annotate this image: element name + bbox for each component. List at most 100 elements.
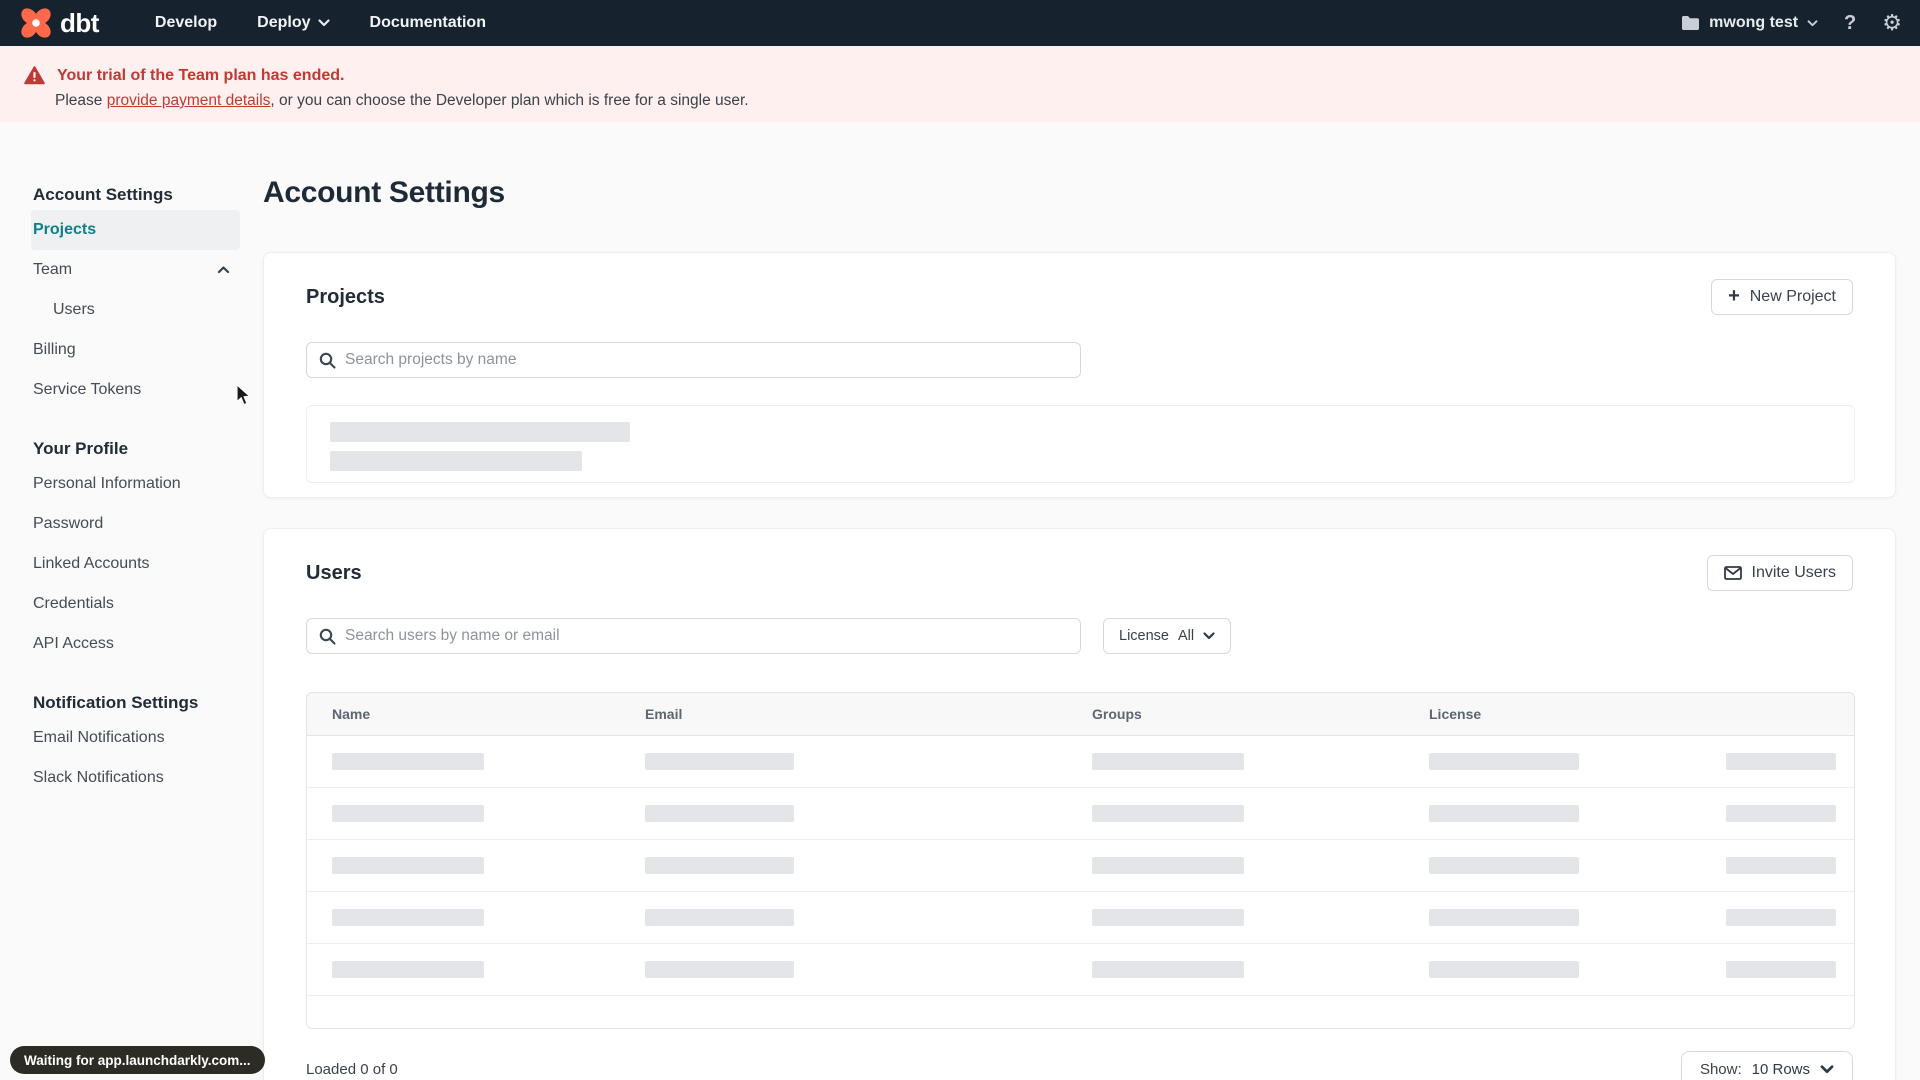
skeleton-bar <box>645 805 794 822</box>
table-row-skeleton <box>307 788 1854 840</box>
users-table-header: Name Email Groups License <box>307 693 1854 736</box>
skeleton-bar <box>330 422 630 442</box>
sidebar-item-service-tokens[interactable]: Service Tokens <box>31 370 240 410</box>
table-row-skeleton <box>307 944 1854 996</box>
trial-ended-banner: Your trial of the Team plan has ended. P… <box>0 46 1920 122</box>
main-content: Account Settings Projects + New Project … <box>263 122 1896 1080</box>
account-switcher[interactable]: mwong test <box>1681 14 1818 32</box>
license-filter-value: All <box>1177 628 1195 644</box>
sidebar-item-email-notifications[interactable]: Email Notifications <box>31 718 240 758</box>
nav-item-deploy[interactable]: Deploy <box>257 14 330 32</box>
column-header-groups: Groups <box>1092 706 1142 722</box>
page-title: Account Settings <box>263 176 505 209</box>
skeleton-bar <box>1429 805 1579 822</box>
skeleton-bar <box>1092 909 1244 926</box>
license-filter-label: License <box>1119 628 1169 644</box>
sidebar-item-api-access[interactable]: API Access <box>31 624 240 664</box>
search-icon <box>319 352 336 369</box>
skeleton-bar <box>332 909 484 926</box>
nav-item-develop[interactable]: Develop <box>155 14 217 32</box>
skeleton-bar <box>332 805 484 822</box>
skeleton-bar <box>1726 961 1836 978</box>
payment-details-link[interactable]: provide payment details <box>107 92 271 109</box>
sidebar-item-projects[interactable]: Projects <box>31 210 240 250</box>
sidebar-item-linked-accounts[interactable]: Linked Accounts <box>31 544 240 584</box>
sidebar-item-team-label: Team <box>33 261 73 278</box>
help-icon[interactable]: ? <box>1844 13 1856 33</box>
table-row-skeleton <box>307 892 1854 944</box>
chevron-down-icon <box>1807 19 1818 26</box>
mouse-cursor <box>236 384 251 406</box>
users-search <box>306 618 1081 654</box>
top-navigation-bar: dbt Develop Deploy Documentation mwong t… <box>0 0 1920 46</box>
table-row-skeleton <box>307 736 1854 788</box>
sidebar-item-billing[interactable]: Billing <box>31 330 240 370</box>
skeleton-bar <box>1092 805 1244 822</box>
banner-title: Your trial of the Team plan has ended. <box>57 66 345 84</box>
sidebar-item-personal-information[interactable]: Personal Information <box>31 464 240 504</box>
new-project-label: New Project <box>1749 288 1836 305</box>
license-filter-dropdown[interactable]: License All <box>1103 618 1232 654</box>
projects-loading-skeleton <box>306 405 1855 483</box>
dbt-logo-icon <box>21 8 51 38</box>
brand-text: dbt <box>60 8 99 38</box>
sidebar-heading-notification-settings: Notification Settings <box>33 693 199 712</box>
banner-body: Please provide payment details, or you c… <box>55 92 1896 110</box>
new-project-button[interactable]: + New Project <box>1711 279 1853 315</box>
users-card: Users Invite Users License All <box>263 528 1896 1080</box>
envelope-icon <box>1723 566 1742 580</box>
skeleton-bar <box>1429 961 1579 978</box>
plus-icon: + <box>1728 285 1740 307</box>
search-icon <box>319 628 336 645</box>
chevron-down-icon <box>317 19 330 27</box>
nav-right-group: mwong test ? ⚙ <box>1681 12 1902 34</box>
column-header-email: Email <box>645 706 683 722</box>
sidebar-heading-your-profile: Your Profile <box>33 439 129 458</box>
nav-menu: Develop Deploy Documentation <box>155 14 486 32</box>
banner-body-prefix: Please <box>55 92 107 109</box>
loaded-status: Loaded 0 of 0 <box>306 1061 398 1078</box>
skeleton-bar <box>1092 961 1244 978</box>
chevron-up-icon <box>217 266 230 274</box>
folder-icon <box>1682 16 1700 30</box>
skeleton-bar <box>1726 857 1836 874</box>
column-header-name: Name <box>332 706 371 722</box>
account-name: mwong test <box>1709 14 1799 31</box>
nav-item-documentation[interactable]: Documentation <box>370 14 486 32</box>
sidebar-item-team[interactable]: Team <box>31 250 240 290</box>
sidebar-item-credentials[interactable]: Credentials <box>31 584 240 624</box>
skeleton-bar <box>1726 909 1836 926</box>
skeleton-bar <box>645 961 794 978</box>
settings-sidebar: Account Settings Projects Team Users Bil… <box>31 180 240 798</box>
projects-search <box>306 342 1081 378</box>
users-card-title: Users <box>306 561 362 584</box>
skeleton-bar <box>332 961 484 978</box>
invite-users-button[interactable]: Invite Users <box>1706 555 1853 591</box>
skeleton-bar <box>1092 753 1244 770</box>
projects-search-input[interactable] <box>345 351 1068 369</box>
users-table: Name Email Groups License <box>306 692 1855 1029</box>
show-label: Show: <box>1699 1061 1742 1078</box>
gear-icon[interactable]: ⚙ <box>1882 12 1902 34</box>
users-search-input[interactable] <box>345 627 1068 645</box>
skeleton-bar <box>645 753 794 770</box>
projects-card-title: Projects <box>306 285 385 308</box>
show-value: 10 Rows <box>1751 1061 1810 1078</box>
invite-users-label: Invite Users <box>1751 564 1836 581</box>
chevron-down-icon <box>1820 1065 1834 1074</box>
skeleton-bar <box>645 909 794 926</box>
sidebar-item-users[interactable]: Users <box>31 290 240 330</box>
skeleton-bar <box>1726 805 1836 822</box>
skeleton-bar <box>332 857 484 874</box>
show-rows-dropdown[interactable]: Show: 10 Rows <box>1680 1051 1853 1080</box>
warning-icon <box>24 66 45 85</box>
skeleton-bar <box>330 451 582 471</box>
skeleton-bar <box>1429 909 1579 926</box>
dbt-logo[interactable]: dbt <box>18 5 99 41</box>
skeleton-bar <box>1429 857 1579 874</box>
nav-item-deploy-label: Deploy <box>257 14 311 31</box>
sidebar-item-slack-notifications[interactable]: Slack Notifications <box>31 758 240 798</box>
column-header-license: License <box>1429 706 1482 722</box>
sidebar-heading-account-settings: Account Settings <box>33 185 173 204</box>
sidebar-item-password[interactable]: Password <box>31 504 240 544</box>
